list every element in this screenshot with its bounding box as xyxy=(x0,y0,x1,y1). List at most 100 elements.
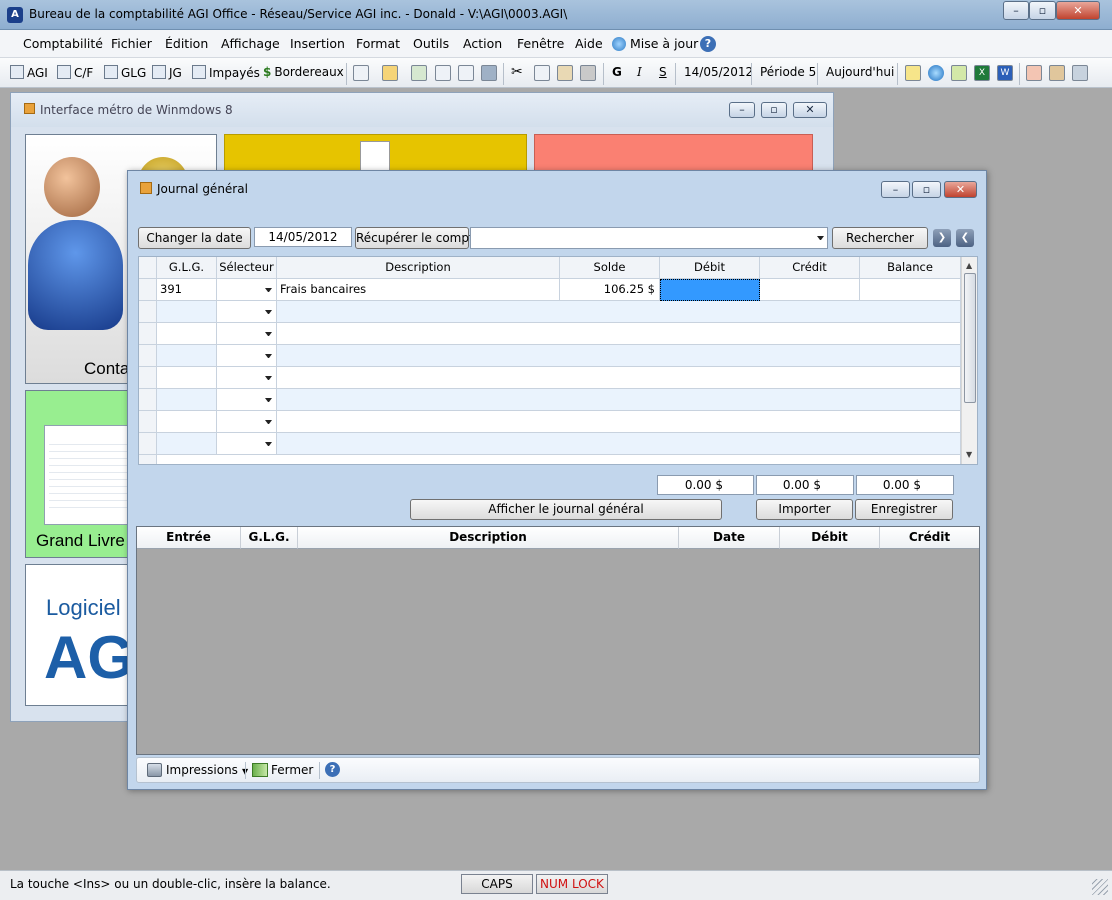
import-button[interactable]: Importer xyxy=(756,499,853,520)
underline-button[interactable]: S xyxy=(659,65,667,79)
column-header-solde[interactable]: Solde xyxy=(560,257,660,279)
cut-icon[interactable]: ✂ xyxy=(511,64,523,80)
table-cell-solde[interactable]: 106.25 $ xyxy=(560,279,660,301)
search-button[interactable]: Rechercher xyxy=(832,227,928,249)
table-row-empty[interactable] xyxy=(277,411,961,433)
table-cell-balance[interactable] xyxy=(860,279,961,301)
grid-scrollbar[interactable]: ▲ ▼ xyxy=(961,257,977,464)
show-general-journal-button[interactable]: Afficher le journal général xyxy=(410,499,722,520)
row-header[interactable] xyxy=(139,323,157,345)
change-date-button[interactable]: Changer la date xyxy=(138,227,251,249)
column-header-date[interactable]: Date xyxy=(679,527,780,549)
star-icon[interactable] xyxy=(905,65,921,81)
periode-button[interactable]: Période 5 xyxy=(760,65,816,79)
table-row-empty[interactable] xyxy=(277,367,961,389)
column-header-balance[interactable]: Balance xyxy=(860,257,961,279)
print-menu-button[interactable]: Impressions▼ xyxy=(166,763,248,777)
bordereaux-button[interactable]: $ Bordereaux xyxy=(263,65,344,79)
menu-affichage[interactable]: Affichage xyxy=(221,36,280,51)
row-header[interactable] xyxy=(139,367,157,389)
table-cell-glg[interactable] xyxy=(157,323,217,345)
menu-insertion[interactable]: Insertion xyxy=(290,36,345,51)
metro-minimize-button[interactable]: – xyxy=(729,102,755,118)
paste-icon[interactable] xyxy=(557,65,573,81)
row-header[interactable] xyxy=(139,433,157,455)
table-row-empty[interactable] xyxy=(277,433,961,455)
row-header[interactable] xyxy=(139,389,157,411)
table-cell-glg[interactable] xyxy=(157,301,217,323)
journal-close-button[interactable]: ✕ xyxy=(944,181,977,198)
previous-arrow-icon[interactable]: ❮ xyxy=(956,229,974,247)
row-header[interactable] xyxy=(139,301,157,323)
agi-button[interactable]: AGI xyxy=(10,65,48,80)
copy-icon[interactable] xyxy=(534,65,550,81)
download-icon[interactable] xyxy=(411,65,427,81)
resize-grip-icon[interactable] xyxy=(1092,879,1108,895)
calendar-icon[interactable] xyxy=(1026,65,1042,81)
table-cell-glg[interactable] xyxy=(157,389,217,411)
table-cell-glg[interactable] xyxy=(157,411,217,433)
date-field[interactable]: 14/05/2012 xyxy=(254,227,352,247)
table-cell-selecteur[interactable] xyxy=(217,345,277,367)
column-header-selecteur[interactable]: Sélecteur xyxy=(217,257,277,279)
table-cell-selecteur[interactable] xyxy=(217,279,277,301)
save-button[interactable]: Enregistrer xyxy=(855,499,953,520)
word-icon[interactable]: W xyxy=(997,65,1013,81)
printer-icon[interactable] xyxy=(481,65,497,81)
calculator-icon[interactable] xyxy=(951,65,967,81)
row-header[interactable] xyxy=(139,411,157,433)
account-combobox[interactable] xyxy=(470,227,828,249)
table-cell-debit-selected[interactable] xyxy=(660,279,760,301)
table-cell-description[interactable]: Frais bancaires xyxy=(277,279,560,301)
close-journal-button[interactable]: Fermer xyxy=(271,763,313,777)
excel-icon[interactable]: X xyxy=(974,65,990,81)
table-cell-selecteur[interactable] xyxy=(217,301,277,323)
menu-fenetre[interactable]: Fenêtre xyxy=(517,36,564,51)
new-document-icon[interactable] xyxy=(353,65,369,81)
open-folder-icon[interactable] xyxy=(382,65,398,81)
table-cell-selecteur[interactable] xyxy=(217,323,277,345)
tile-yellow[interactable] xyxy=(224,134,527,174)
journal-maximize-button[interactable]: ▫ xyxy=(912,181,941,198)
menu-action[interactable]: Action xyxy=(463,36,502,51)
table-cell-selecteur[interactable] xyxy=(217,389,277,411)
metro-close-button[interactable]: ✕ xyxy=(793,102,827,118)
table-cell-credit[interactable] xyxy=(760,279,860,301)
metro-maximize-button[interactable]: ▫ xyxy=(761,102,787,118)
help-icon[interactable]: ? xyxy=(325,762,340,777)
column-header-credit[interactable]: Crédit xyxy=(760,257,860,279)
binoculars-icon[interactable] xyxy=(580,65,596,81)
scroll-down-icon[interactable]: ▼ xyxy=(966,450,972,459)
column-header-description[interactable]: Description xyxy=(298,527,679,549)
table-row-empty[interactable] xyxy=(277,389,961,411)
row-header[interactable] xyxy=(139,345,157,367)
chart-icon[interactable] xyxy=(1049,65,1065,81)
next-arrow-icon[interactable]: ❯ xyxy=(933,229,951,247)
menu-comptabilite[interactable]: Comptabilité xyxy=(23,36,103,51)
menu-fichier[interactable]: Fichier xyxy=(111,36,152,51)
table-cell-glg[interactable]: 391 xyxy=(157,279,217,301)
column-header-credit[interactable]: Crédit xyxy=(880,527,979,549)
menu-aide[interactable]: Aide xyxy=(575,36,603,51)
table-cell-glg[interactable] xyxy=(157,345,217,367)
table-cell-selecteur[interactable] xyxy=(217,433,277,455)
table-cell-selecteur[interactable] xyxy=(217,367,277,389)
impayes-button[interactable]: Impayés xyxy=(192,65,260,80)
page-icon[interactable] xyxy=(435,65,451,81)
menu-edition[interactable]: Édition xyxy=(165,36,208,51)
toolbar-date[interactable]: 14/05/2012 xyxy=(684,65,753,79)
table-row-empty[interactable] xyxy=(277,323,961,345)
table-row-empty[interactable] xyxy=(277,345,961,367)
table-cell-glg[interactable] xyxy=(157,367,217,389)
column-header-entree[interactable]: Entrée xyxy=(137,527,241,549)
table-cell-selecteur[interactable] xyxy=(217,411,277,433)
journal-minimize-button[interactable]: – xyxy=(881,181,910,198)
table-row-empty[interactable] xyxy=(277,301,961,323)
row-header[interactable] xyxy=(139,455,157,464)
tile-salmon[interactable] xyxy=(534,134,813,174)
maximize-button[interactable]: ▫ xyxy=(1029,1,1056,20)
scrollbar-thumb[interactable] xyxy=(964,273,976,403)
today-button[interactable]: Aujourd'hui xyxy=(826,65,894,79)
cf-button[interactable]: C/F xyxy=(57,65,93,80)
menu-mise-a-jour[interactable]: Mise à jour xyxy=(630,36,698,51)
